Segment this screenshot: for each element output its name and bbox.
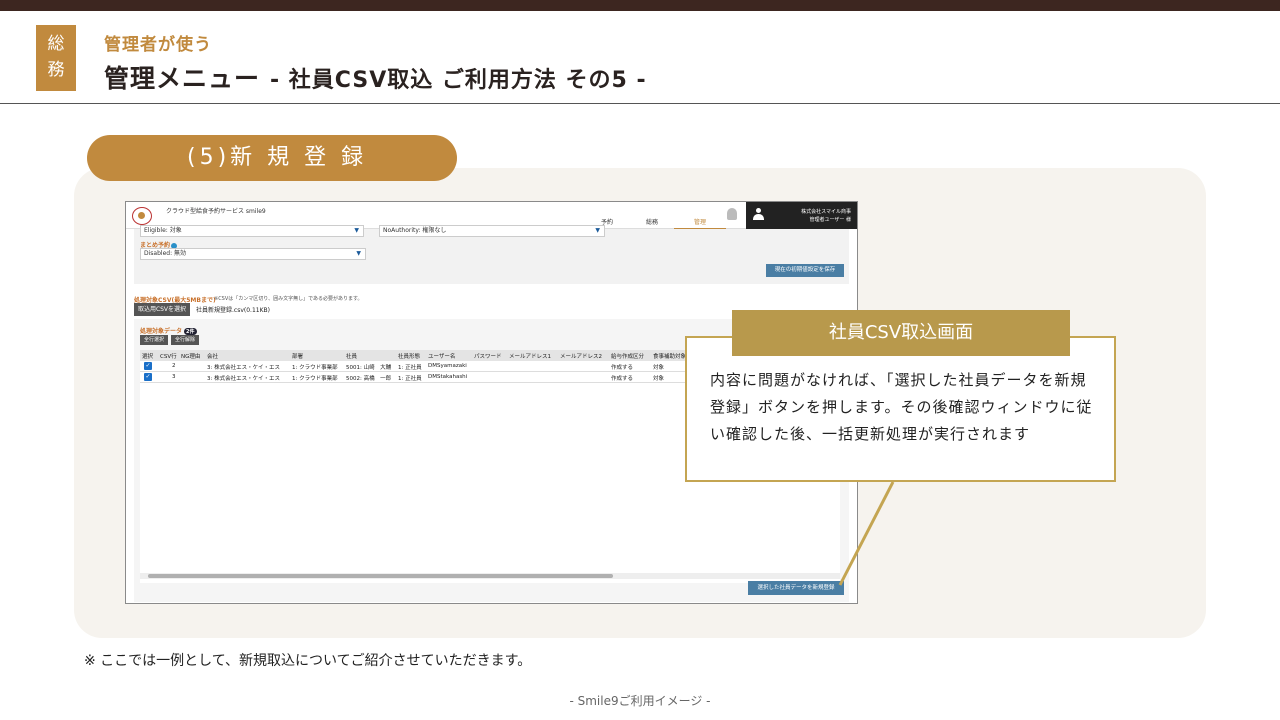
chevron-down-icon: ▼	[356, 250, 361, 257]
chevron-down-icon: ▼	[595, 227, 600, 234]
title-divider	[0, 103, 1280, 104]
col-email2: メールアドレス2	[560, 354, 602, 360]
cell-payroll: 作成する	[611, 365, 634, 371]
bulk-reservation-select[interactable]: Disabled: 無効 ▼	[140, 248, 366, 260]
page-title-main: 管理メニュー	[104, 64, 261, 93]
cell-department: 1: クラウド事業部	[292, 365, 338, 371]
cell-csv-row: 3	[172, 374, 176, 380]
smile9-logo-icon	[132, 207, 152, 225]
bell-icon[interactable]	[727, 208, 737, 220]
cell-payroll: 作成する	[611, 376, 634, 382]
cell-employee-type: 1: 正社員	[398, 365, 422, 371]
horizontal-scrollbar[interactable]	[140, 573, 840, 579]
col-employee-type: 社員形態	[398, 354, 421, 360]
user-icon	[753, 208, 764, 221]
select-csv-button[interactable]: 取込用CSVを選択	[134, 303, 190, 316]
callout-title: 社員CSV取込画面	[732, 310, 1070, 356]
eligible-select[interactable]: Eligible: 対象 ▼	[140, 225, 364, 237]
category-badge: 総務	[36, 25, 76, 91]
col-company: 会社	[207, 354, 219, 360]
cell-meal-subsidy: 対象	[653, 365, 665, 371]
category-label: 総務	[47, 34, 65, 80]
cell-company: 3: 株式会社エス・ケイ・エス	[207, 365, 280, 371]
target-data-label: 処理対象データ 2件	[140, 326, 197, 335]
page-subtitle: 管理者が使う	[104, 35, 212, 55]
col-employee: 社員	[346, 354, 358, 360]
row-checkbox[interactable]: ✓	[144, 362, 152, 370]
deselect-all-button[interactable]: 全行解除	[171, 335, 199, 345]
cell-meal-subsidy: 対象	[653, 376, 665, 382]
user-menu[interactable]: 株式会社スマイル商事 管理者ユーザー 様	[746, 202, 857, 229]
col-meal-subsidy: 食事補助対象	[653, 354, 687, 360]
target-data-label-text: 処理対象データ	[140, 328, 183, 335]
page-footer: - Smile9ご利用イメージ -	[569, 694, 711, 708]
cell-username: DMStakahashi	[428, 374, 468, 380]
row-count-badge: 2件	[184, 328, 197, 335]
cell-employee: 5001: 山崎 大輔	[346, 365, 392, 371]
row-checkbox[interactable]: ✓	[144, 373, 152, 381]
col-ng-reason: NG理由	[181, 354, 201, 360]
cell-company: 3: 株式会社エス・ケイ・エス	[207, 376, 280, 382]
select-all-button[interactable]: 全行選択	[140, 335, 168, 345]
cell-username: DMSyamazaki	[428, 363, 467, 369]
cell-employee-type: 1: 正社員	[398, 376, 422, 382]
col-email1: メールアドレス1	[509, 354, 551, 360]
default-settings-form: Eligible: 対象 ▼ NoAuthority: 権限なし ▼ まとめ予約 D…	[134, 225, 849, 284]
csv-file-name: 社員新規登録.csv(0.11KB)	[196, 307, 270, 314]
app-service-name: クラウド型給食予約サービス smile9	[166, 208, 266, 215]
user-name: 管理者ユーザー 様	[809, 217, 852, 223]
chevron-down-icon: ▼	[354, 227, 359, 234]
page-title: 管理メニュー - 社員CSV取込 ご利用方法 その5 -	[104, 59, 647, 95]
cell-csv-row: 2	[172, 363, 176, 369]
authority-select[interactable]: NoAuthority: 権限なし ▼	[379, 225, 605, 237]
nav-general-affairs[interactable]: 総務	[646, 217, 658, 226]
col-payroll: 給与作成区分	[611, 354, 645, 360]
callout-body: 内容に問題がなければ、「選択した社員データを新規登録」ボタンを押します。その後確…	[710, 371, 1093, 443]
bulk-reservation-select-value: Disabled: 無効	[144, 250, 186, 257]
col-department: 部署	[292, 354, 304, 360]
footnote: ※ ここでは一例として、新規取込についてご紹介させていただきます。	[84, 653, 532, 669]
save-defaults-button[interactable]: 現在の初期値設定を保存	[766, 264, 844, 277]
cell-department: 1: クラウド事業部	[292, 376, 338, 382]
cell-employee: 5002: 高橋 一郎	[346, 376, 392, 382]
authority-select-value: NoAuthority: 権限なし	[383, 227, 447, 234]
register-selected-button[interactable]: 選択した社員データを新規登録	[748, 581, 844, 595]
col-password: パスワード	[474, 354, 502, 360]
page-title-sub: - 社員CSV取込 ご利用方法 その5 -	[270, 68, 647, 93]
step-label: (5)新 規 登 録	[87, 135, 457, 181]
col-csv-row: CSV行	[160, 354, 177, 360]
col-username: ユーザー名	[428, 354, 456, 360]
col-select: 選択	[142, 354, 154, 360]
csv-format-note: ※CSVは「カンマ区切り、囲み文字無し」である必要があります。	[214, 296, 363, 302]
user-company: 株式会社スマイル商事	[801, 209, 851, 215]
user-info: 株式会社スマイル商事 管理者ユーザー 様	[801, 208, 851, 224]
scrollbar-thumb[interactable]	[148, 574, 613, 578]
top-bar	[0, 0, 1280, 11]
eligible-select-value: Eligible: 対象	[144, 227, 182, 234]
